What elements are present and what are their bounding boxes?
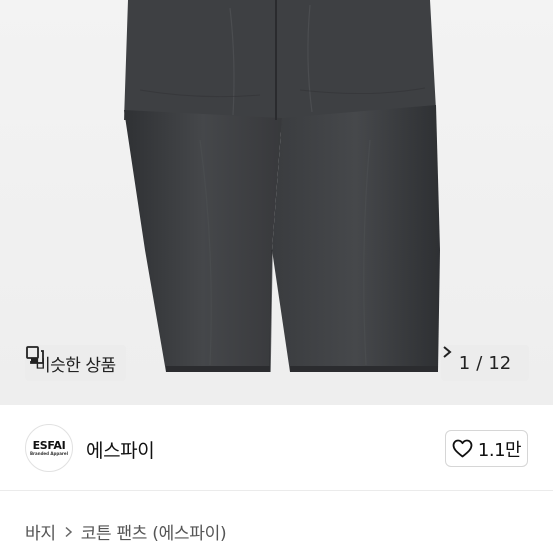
image-counter-button[interactable]: 1 / 12 <box>441 345 529 381</box>
chevron-right-icon <box>65 526 72 537</box>
image-counter-total: 12 <box>488 352 512 374</box>
similar-products-button[interactable]: 비슷한 상품 <box>25 345 126 381</box>
similar-products-label: 비슷한 상품 <box>35 355 116 376</box>
breadcrumb: 바지 코튼 팬츠 (에스파이) <box>25 519 227 544</box>
copy-icon <box>26 346 44 364</box>
breadcrumb-category[interactable]: 바지 <box>25 519 56 544</box>
image-counter-current: 1 <box>458 352 471 374</box>
like-button[interactable]: 1.1만 <box>445 430 528 467</box>
seller-name[interactable]: 에스파이 <box>86 436 155 463</box>
product-image-gallery[interactable]: 비슷한 상품 1 / 12 <box>0 0 553 405</box>
seller-section: ESFAI Branded Apparel 에스파이 1.1만 <box>0 405 553 491</box>
seller-avatar-logo-text: ESFAI <box>32 438 66 452</box>
heart-icon <box>452 439 473 458</box>
breadcrumb-subcategory[interactable]: 코튼 팬츠 (에스파이) <box>81 519 227 544</box>
chevron-right-icon <box>443 346 452 358</box>
like-count: 1.1만 <box>477 439 522 461</box>
seller-avatar-logo-subtext: Branded Apparel <box>30 450 68 456</box>
seller-avatar[interactable]: ESFAI Branded Apparel <box>25 424 73 472</box>
image-counter-separator: / <box>476 352 483 374</box>
